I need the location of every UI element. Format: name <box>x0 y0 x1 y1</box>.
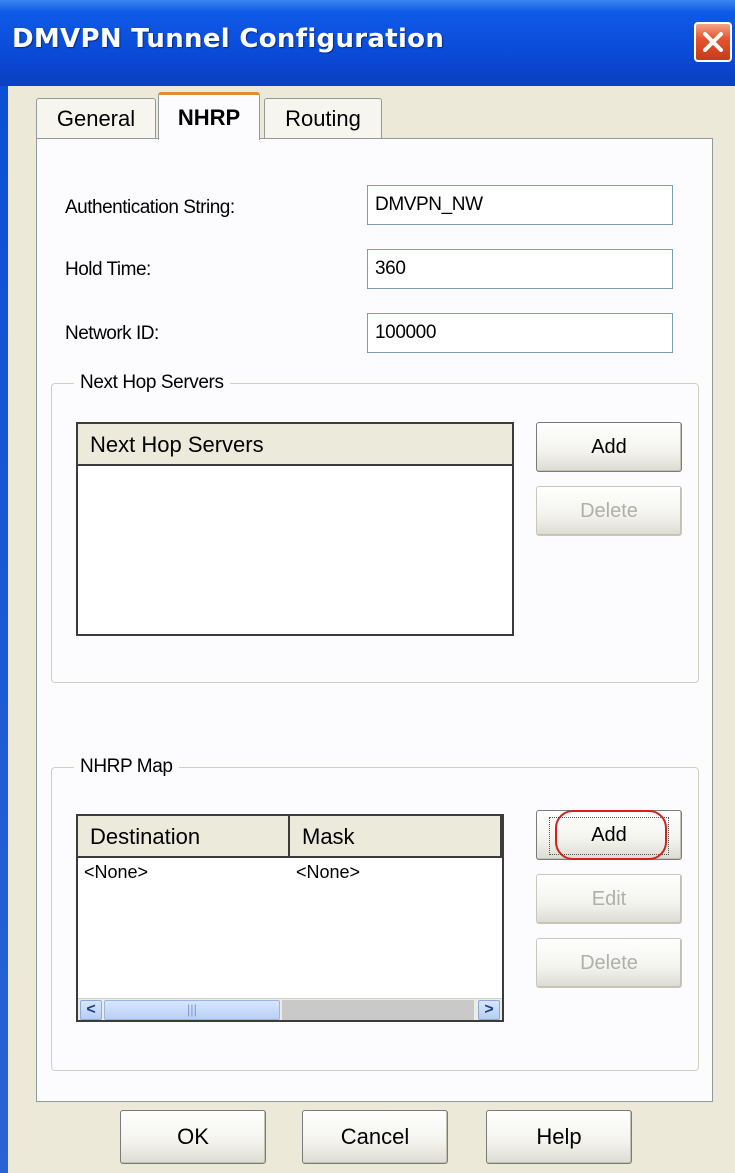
network-id-label: Network ID: <box>65 323 159 344</box>
network-id-field[interactable]: 100000 <box>367 313 673 353</box>
list-header: Next Hop Servers <box>78 424 512 466</box>
nhrp-map-add-label: Add <box>591 823 627 846</box>
tab-routing[interactable]: Routing <box>264 98 382 138</box>
window-title: DMVPN Tunnel Configuration <box>12 24 445 54</box>
auth-string-label: Authentication String: <box>65 197 235 218</box>
scroll-track[interactable] <box>282 1000 474 1020</box>
nhrp-map-group: NHRP Map Destination Mask <None> <None> … <box>51 756 699 1071</box>
next-hop-servers-group: Next Hop Servers Next Hop Servers Add De… <box>51 372 699 683</box>
title-bar[interactable]: DMVPN Tunnel Configuration <box>0 0 735 86</box>
nhrp-map-edit-button[interactable]: Edit <box>536 874 682 924</box>
nhrp-map-delete-button[interactable]: Delete <box>536 938 682 988</box>
close-button[interactable] <box>694 22 732 62</box>
column-header-destination[interactable]: Destination <box>78 816 290 856</box>
next-hop-servers-group-title: Next Hop Servers <box>74 372 230 394</box>
nhrp-map-list[interactable]: Destination Mask <None> <None> < ||| > <box>76 814 504 1022</box>
mask-cell: <None> <box>296 862 361 882</box>
scroll-thumb[interactable]: ||| <box>104 1000 280 1020</box>
next-hop-delete-button[interactable]: Delete <box>536 486 682 536</box>
scroll-right-icon[interactable]: > <box>478 1000 500 1020</box>
help-button[interactable]: Help <box>486 1110 632 1164</box>
scroll-left-icon[interactable]: < <box>80 1000 102 1020</box>
auth-string-field[interactable]: DMVPN_NW <box>367 185 673 225</box>
tab-nhrp[interactable]: NHRP <box>158 92 260 140</box>
horizontal-scrollbar[interactable]: < ||| > <box>78 998 502 1020</box>
column-header-next-hop-servers[interactable]: Next Hop Servers <box>78 424 512 464</box>
next-hop-add-button[interactable]: Add <box>536 422 682 472</box>
tab-general[interactable]: General <box>36 98 156 138</box>
ok-button[interactable]: OK <box>120 1110 266 1164</box>
nhrp-map-add-button[interactable]: Add <box>536 810 682 860</box>
hold-time-label: Hold Time: <box>65 259 151 280</box>
hold-time-field[interactable]: 360 <box>367 249 673 289</box>
list-header: Destination Mask <box>78 816 502 858</box>
dialog-client-area: General NHRP Routing Authentication Stri… <box>8 86 735 1173</box>
nhrp-tab-panel: Authentication String: DMVPN_NW Hold Tim… <box>36 138 713 1102</box>
destination-cell: <None> <box>84 862 149 882</box>
next-hop-servers-list[interactable]: Next Hop Servers <box>76 422 514 636</box>
close-icon <box>703 32 723 52</box>
nhrp-map-group-title: NHRP Map <box>74 756 179 778</box>
cancel-button[interactable]: Cancel <box>302 1110 448 1164</box>
table-row[interactable]: <None> <None> <box>78 862 502 888</box>
column-header-mask[interactable]: Mask <box>290 816 502 856</box>
dialog-window: DMVPN Tunnel Configuration General NHRP … <box>0 0 735 1173</box>
